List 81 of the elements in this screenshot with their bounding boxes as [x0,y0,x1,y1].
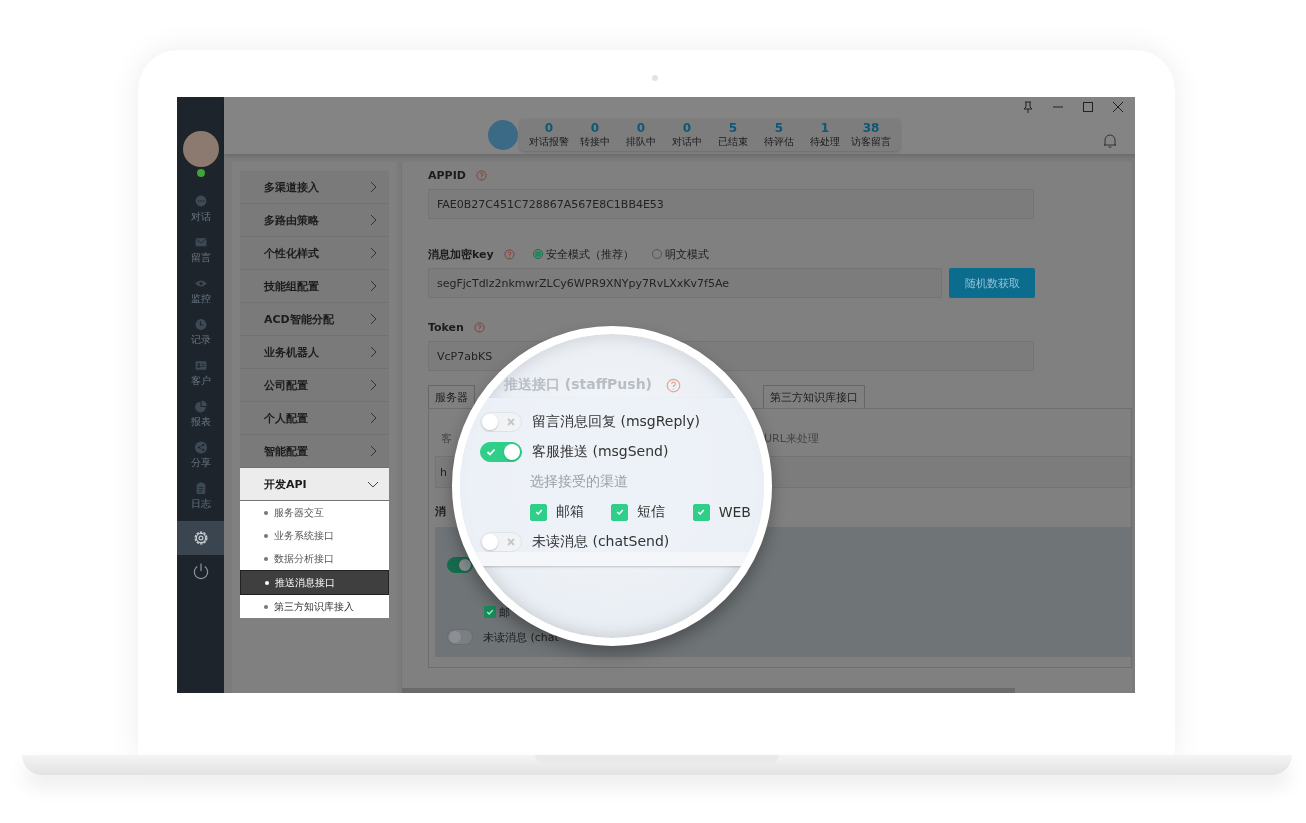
stat-label[interactable]: 排队中 [626,134,656,149]
stat-value: 5 [728,120,738,135]
help-icon[interactable] [475,169,487,181]
help-icon[interactable] [473,321,485,333]
nav-item[interactable]: 记录 [177,312,224,353]
toggle-label: 留言消息回复 (msgReply) [532,413,700,431]
radio-label: 明文模式 [664,246,709,262]
user-avatar[interactable] [182,131,219,167]
scrollbar[interactable] [402,688,1015,693]
nav-item[interactable]: 留言 [177,230,224,271]
menu-item[interactable]: 个人配置 [240,402,389,435]
submenu-item[interactable]: 推送消息接口 [240,570,389,595]
radio-label: 安全模式（推荐） [545,246,634,262]
help-icon[interactable] [503,248,515,260]
random-key-button[interactable]: 随机数获取 [949,268,1035,298]
stat-value: 1 [820,120,830,135]
nav-item[interactable]: 客户 [177,353,224,394]
cross-icon [506,417,516,427]
menu-item[interactable]: 公司配置 [240,369,389,402]
stat-value: 38 [862,120,880,135]
stat-label[interactable]: 待处理 [810,134,840,149]
menu-item[interactable]: 多路由策略 [240,204,389,237]
stat-label[interactable]: 已结束 [718,134,748,149]
toggle-label: 未读消息 (chat [483,629,559,645]
field-label: Token [428,320,464,334]
nav-item[interactable]: 监控 [177,271,224,312]
check-icon [615,508,624,516]
nav-item[interactable] [177,521,224,555]
check-icon [486,447,496,457]
menu-item[interactable]: 多渠道接入 [240,171,389,204]
toggle-label: 未读消息 (chatSend) [532,533,670,551]
menu-item[interactable]: 技能组配置 [240,270,389,303]
submenu-item[interactable]: 第三方知识库接入 [240,595,389,618]
nav-item[interactable]: 报表 [177,394,224,435]
checkbox[interactable] [611,503,629,521]
section-label: 消 [435,504,446,519]
checkbox[interactable] [692,503,710,521]
menu-item[interactable]: 个性化样式 [240,237,389,270]
checkbox[interactable] [530,503,547,521]
company-logo [488,119,518,150]
maximize-icon[interactable] [1082,101,1094,113]
stat-value: 0 [636,120,646,135]
input-field[interactable]: segFjcTdlz2nkmwrZLCy6WPR9XNYpy7RvLXxKv7f5Ae [428,268,942,298]
stat-value: 0 [590,120,600,135]
checkbox-label: 邮 [499,604,510,620]
field-label: 消息加密key [428,246,494,262]
check-icon [534,508,543,516]
online-status-dot [196,169,205,177]
input-field[interactable]: FAE0B27C451C728867A567E8C1BB4E53 [428,189,1034,219]
stat-label[interactable]: 转接中 [580,134,610,149]
stat-value: 5 [774,120,784,135]
checkbox-label: WEB [718,504,751,520]
help-icon[interactable] [666,377,681,393]
menu-item[interactable]: 开发API [240,468,389,501]
nav-item[interactable]: 分享 [177,435,224,476]
menu-item[interactable]: 业务机器人 [240,336,389,369]
stat-value: 0 [682,120,692,135]
stat-label[interactable]: 访客留言 [851,134,891,149]
nav-item[interactable]: 对话 [177,189,224,230]
stat-label[interactable]: 对话报警 [529,134,569,149]
channel-caption: 选择接受的渠道 [530,473,628,491]
toggle-switch[interactable] [447,629,473,645]
toggle-switch[interactable] [447,557,473,573]
close-icon[interactable] [1112,101,1124,113]
toggle-switch[interactable] [480,442,522,462]
checkbox-label: 邮箱 [556,503,584,521]
tab[interactable]: 服务器 [428,385,475,408]
stat-label[interactable]: 对话中 [672,134,702,149]
field-label: APPID [428,168,466,182]
cross-icon [506,537,516,547]
bell-icon[interactable] [1102,133,1118,149]
stat-label[interactable]: 待评估 [764,134,794,149]
check-icon [486,608,494,616]
check-icon [697,508,706,516]
menu-item[interactable]: ACD智能分配 [240,303,389,336]
checkbox-label: 短信 [637,503,666,521]
checkbox[interactable] [484,606,496,618]
stat-value: 0 [544,120,554,135]
pin-icon[interactable] [1022,101,1034,113]
menu-item[interactable]: 智能配置 [240,435,389,468]
nav-item[interactable]: 日志 [177,476,224,517]
